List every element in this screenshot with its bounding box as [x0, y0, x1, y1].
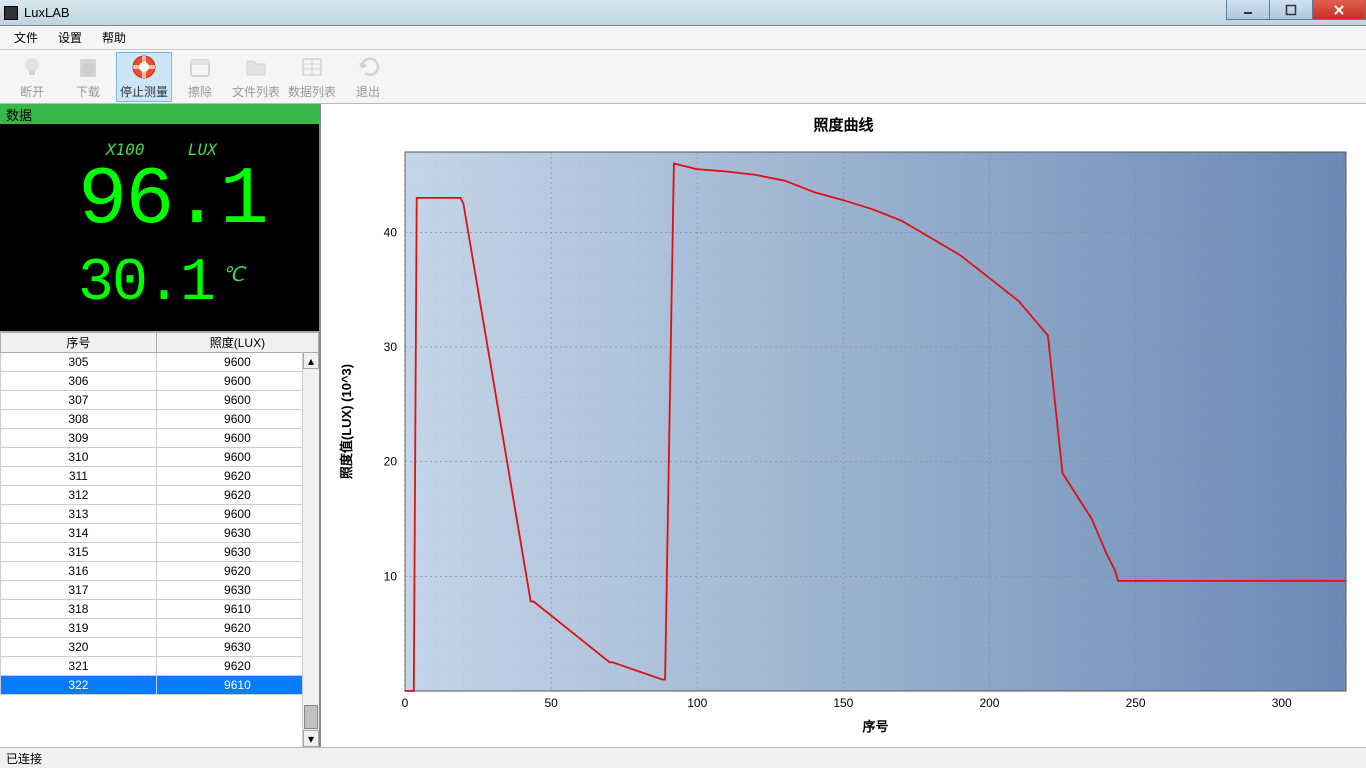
- scroll-thumb[interactable]: [304, 705, 318, 729]
- menu-help[interactable]: 帮助: [92, 27, 136, 48]
- stop-measure-button[interactable]: 停止测量: [116, 52, 172, 102]
- data-sidebar: 数据 X100 LUX 96.1 30.1 ℃ 序号 照度(LUX) 30596…: [0, 104, 321, 747]
- status-text: 已连接: [6, 752, 42, 766]
- table-scrollbar[interactable]: ▴ ▾: [302, 352, 319, 747]
- table-row[interactable]: 3139600: [1, 505, 319, 524]
- data-table[interactable]: 序号 照度(LUX) 30596003069600307960030896003…: [0, 332, 319, 695]
- svg-text:10: 10: [384, 569, 398, 583]
- col-index-header[interactable]: 序号: [1, 333, 157, 353]
- table-row[interactable]: 3199620: [1, 619, 319, 638]
- file-list-button[interactable]: 文件列表: [228, 52, 284, 102]
- svg-text:150: 150: [833, 696, 853, 710]
- menu-bar: 文件 设置 帮助: [0, 26, 1366, 50]
- table-row[interactable]: 3069600: [1, 372, 319, 391]
- svg-text:30: 30: [384, 340, 398, 354]
- close-button[interactable]: [1312, 0, 1366, 20]
- sidebar-header: 数据: [0, 104, 319, 124]
- svg-text:@: @: [82, 61, 94, 75]
- lifebuoy-icon: [130, 53, 158, 81]
- svg-text:300: 300: [1272, 696, 1292, 710]
- svg-text:50: 50: [544, 696, 558, 710]
- book-icon: @: [74, 53, 102, 81]
- lux-chart[interactable]: 照度曲线 0 50 100 150 200 250 300 10 20 30 40 序号 照度值(LUX)…: [329, 112, 1358, 739]
- svg-text:100: 100: [687, 696, 707, 710]
- table-row[interactable]: 3089600: [1, 410, 319, 429]
- svg-text:序号: 序号: [862, 719, 888, 734]
- undo-icon: [354, 53, 382, 81]
- table-row[interactable]: 3149630: [1, 524, 319, 543]
- data-table-container: 序号 照度(LUX) 30596003069600307960030896003…: [0, 331, 319, 747]
- calendar-clear-icon: [186, 53, 214, 81]
- table-row[interactable]: 3209630: [1, 638, 319, 657]
- download-button[interactable]: @ 下载: [60, 52, 116, 102]
- chart-panel: 照度曲线 0 50 100 150 200 250 300 10 20 30 40 序号 照度值(LUX)…: [321, 104, 1366, 747]
- scroll-down-button[interactable]: ▾: [303, 730, 319, 747]
- svg-text:0: 0: [402, 696, 409, 710]
- table-icon: [298, 53, 326, 81]
- table-row[interactable]: 3099600: [1, 429, 319, 448]
- data-list-button[interactable]: 数据列表: [284, 52, 340, 102]
- minimize-button[interactable]: [1226, 0, 1270, 20]
- col-lux-header[interactable]: 照度(LUX): [156, 333, 318, 353]
- table-row[interactable]: 3179630: [1, 581, 319, 600]
- table-row[interactable]: 3219620: [1, 657, 319, 676]
- lcd-display: X100 LUX 96.1 30.1 ℃: [0, 124, 319, 331]
- lcd-temp-unit: ℃: [222, 262, 244, 286]
- maximize-button[interactable]: [1269, 0, 1313, 20]
- svg-text:40: 40: [384, 225, 398, 239]
- window-title: LuxLAB: [24, 5, 70, 20]
- table-row[interactable]: 3119620: [1, 467, 319, 486]
- lightbulb-icon: [18, 53, 46, 81]
- exit-button[interactable]: 退出: [340, 52, 396, 102]
- menu-file[interactable]: 文件: [4, 27, 48, 48]
- toolbar: 断开 @ 下载 停止测量 擦除 文件列表 数据列表 退出: [0, 50, 1366, 104]
- table-row[interactable]: 3109600: [1, 448, 319, 467]
- table-row[interactable]: 3129620: [1, 486, 319, 505]
- svg-text:250: 250: [1126, 696, 1146, 710]
- svg-text:20: 20: [384, 455, 398, 469]
- table-row[interactable]: 3189610: [1, 600, 319, 619]
- lcd-lux-value: 96.1: [78, 160, 267, 242]
- table-row[interactable]: 3079600: [1, 391, 319, 410]
- table-row[interactable]: 3159630: [1, 543, 319, 562]
- app-icon: [4, 6, 18, 20]
- table-row[interactable]: 3059600: [1, 353, 319, 372]
- table-row[interactable]: 3169620: [1, 562, 319, 581]
- lcd-temp-value: 30.1: [78, 254, 214, 314]
- clear-button[interactable]: 擦除: [172, 52, 228, 102]
- disconnect-button[interactable]: 断开: [4, 52, 60, 102]
- scroll-up-button[interactable]: ▴: [303, 352, 319, 369]
- svg-text:200: 200: [979, 696, 999, 710]
- menu-settings[interactable]: 设置: [48, 27, 92, 48]
- status-bar: 已连接: [0, 747, 1366, 768]
- svg-text:照度值(LUX) (10^3): 照度值(LUX) (10^3): [339, 364, 354, 479]
- folder-icon: [242, 53, 270, 81]
- window-titlebar: LuxLAB: [0, 0, 1366, 26]
- svg-text:照度曲线: 照度曲线: [813, 116, 873, 134]
- table-row[interactable]: 3229610: [1, 676, 319, 695]
